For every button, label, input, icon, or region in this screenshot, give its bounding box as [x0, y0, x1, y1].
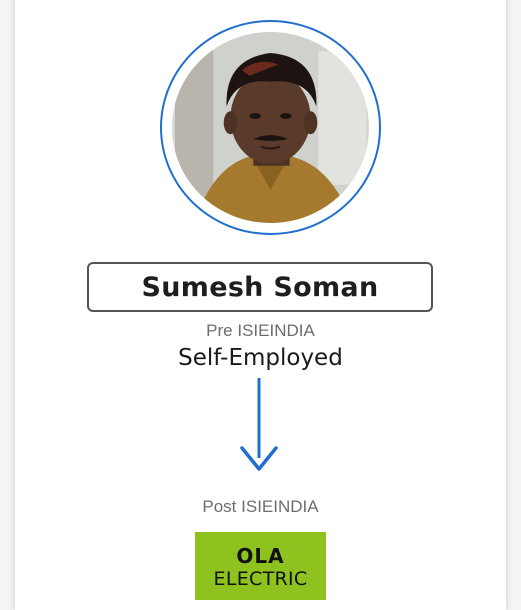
ola-electric-logo: OLA ELECTRIC	[195, 532, 326, 600]
avatar-photo	[175, 32, 366, 223]
logo-line1: OLA	[236, 544, 285, 568]
avatar-ring	[160, 20, 381, 235]
testimonial-card: Sumesh Soman Pre ISIEINDIA Self-Employed…	[15, 0, 506, 610]
post-label: Post ISIEINDIA	[202, 497, 319, 516]
name-box: Sumesh Soman	[87, 262, 433, 312]
arrow-down-icon	[239, 378, 279, 478]
avatar	[172, 32, 369, 223]
person-name: Sumesh Soman	[141, 271, 379, 303]
pre-label: Pre ISIEINDIA	[206, 321, 315, 340]
logo-line2: ELECTRIC	[213, 568, 308, 590]
pre-value: Self-Employed	[178, 345, 343, 371]
